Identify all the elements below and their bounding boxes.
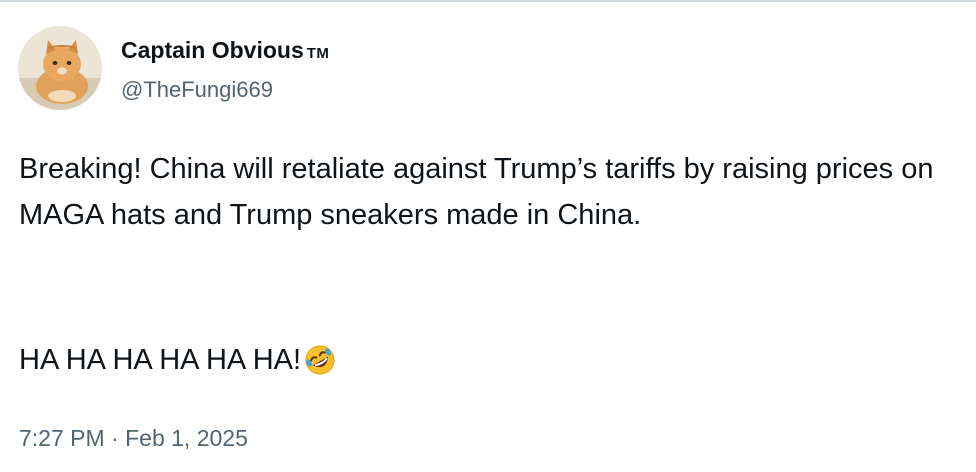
rolling-on-floor-laughing-emoji-icon	[305, 345, 335, 375]
trademark-mark: TM	[306, 45, 330, 62]
display-name[interactable]: Captain Obvious TM	[121, 36, 329, 68]
tweet-card: Captain Obvious TM @TheFungi669 Breaking!…	[0, 0, 976, 472]
tweet-timestamp[interactable]: 7:27 PM · Feb 1, 2025	[19, 421, 248, 455]
tweet-text: Breaking! China will retaliate against T…	[19, 146, 959, 238]
tweet-text-paragraph: Breaking! China will retaliate against T…	[19, 153, 934, 231]
tweet-date: Feb 1, 2025	[125, 425, 248, 451]
display-name-text: Captain Obvious	[121, 37, 304, 63]
tweet-time: 7:27 PM	[19, 425, 105, 451]
orange-cat-icon	[18, 26, 102, 110]
laugh-text: HA HA HA HA HA HA!	[19, 344, 302, 376]
timestamp-separator: ·	[111, 425, 119, 451]
tweet-laugh-line: HA HA HA HA HA HA!	[19, 337, 337, 383]
user-handle[interactable]: @TheFungi669	[121, 76, 273, 104]
avatar[interactable]	[18, 26, 102, 110]
